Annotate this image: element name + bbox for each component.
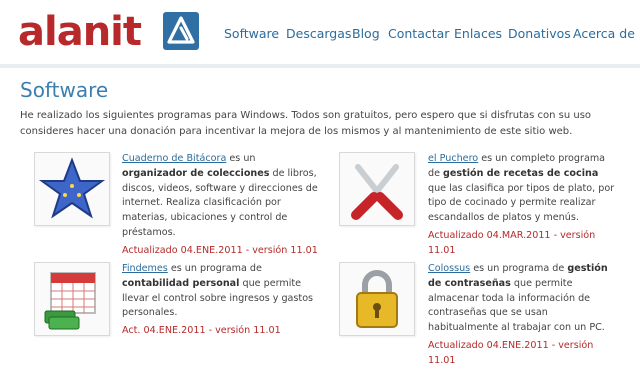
intro-paragraph: He realizado los siguientes programas pa… [20, 110, 592, 137]
program-description-cuaderno: Cuaderno de Bitácora es un organizador d… [122, 152, 320, 259]
main-content: Software He realizado los siguientes pro… [0, 68, 640, 366]
program-updated-puchero: Actualizado 04.MAR.2011 - versión 11.01 [428, 229, 596, 256]
nav-contactar[interactable]: Contactar [388, 26, 449, 41]
site-logo[interactable]: alanit [18, 6, 142, 58]
program-icon-colossus[interactable] [339, 262, 415, 336]
nav-enlaces[interactable]: Enlaces [454, 26, 502, 41]
site-header: alanit Software Descargas Blog Contactar… [0, 0, 640, 64]
program-updated-findemes: Act. 04.ENE.2011 - versión 11.01 [122, 325, 281, 337]
program-link-colossus[interactable]: Colossus [428, 263, 470, 274]
program-icon-findemes[interactable] [34, 262, 110, 336]
program-description-colossus: Colossus es un programa de gestión de co… [428, 262, 618, 369]
star-icon [38, 157, 106, 219]
nav-acerca-de[interactable]: Acerca de [573, 26, 635, 41]
calendar-money-icon [44, 272, 96, 330]
fork-spoon-icon [351, 164, 403, 220]
padlock-icon [356, 270, 398, 328]
program-icon-cuaderno[interactable] [34, 152, 110, 226]
nav-blog[interactable]: Blog [352, 26, 380, 41]
program-description-puchero: el Puchero es un completo programa de ge… [428, 152, 618, 259]
program-description-findemes: Findemes es un programa de contabilidad … [122, 262, 320, 339]
nav-software[interactable]: Software [224, 26, 279, 41]
nav-descargas[interactable]: Descargas [286, 26, 351, 41]
page-title: Software [20, 78, 109, 102]
nav-donativos[interactable]: Donativos [508, 26, 571, 41]
program-link-cuaderno[interactable]: Cuaderno de Bitácora [122, 153, 226, 164]
logo-mark-icon[interactable] [163, 12, 199, 50]
program-icon-puchero[interactable] [339, 152, 415, 226]
program-link-puchero[interactable]: el Puchero [428, 153, 478, 164]
program-updated-colossus: Actualizado 04.ENE.2011 - versión 11.01 [428, 339, 594, 366]
program-link-findemes[interactable]: Findemes [122, 263, 168, 274]
program-updated-cuaderno: Actualizado 04.ENE.2011 - versión 11.01 [122, 244, 318, 256]
